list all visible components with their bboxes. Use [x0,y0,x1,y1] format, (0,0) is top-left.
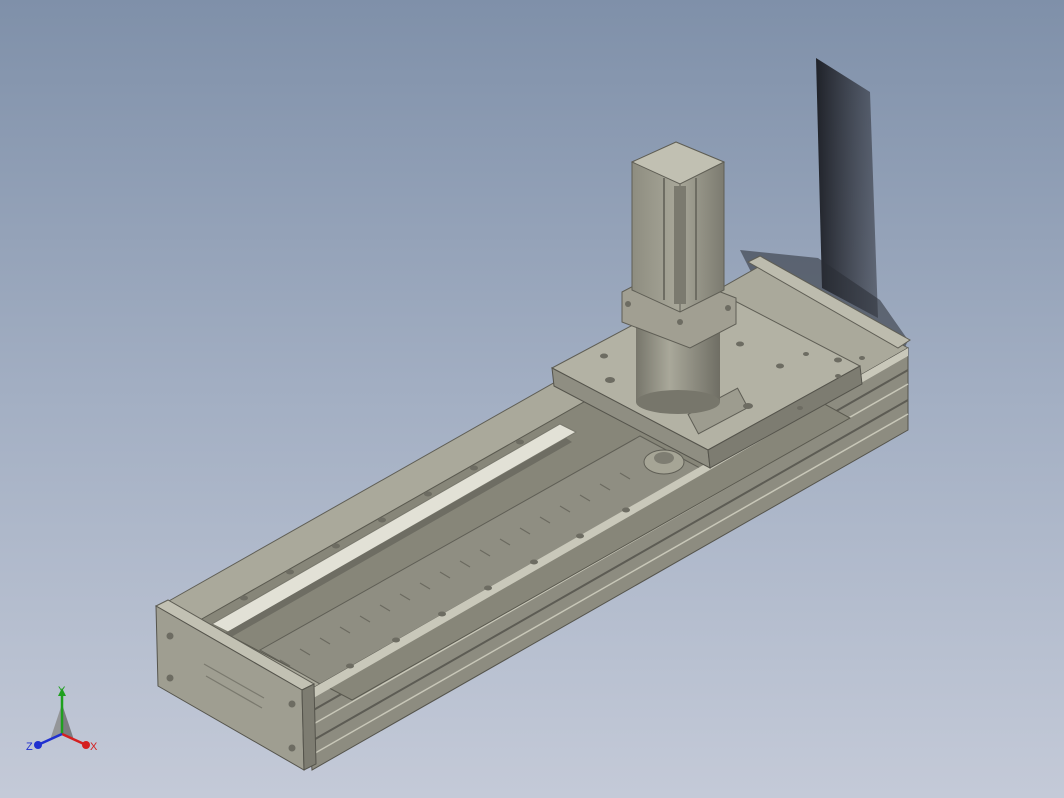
cad-3d-viewport[interactable]: Y X Z [0,0,1064,798]
x-axis-label: X [90,741,98,753]
z-axis-arrow-icon [34,741,42,749]
z-axis-label: Z [26,741,33,753]
x-axis-line [61,732,85,746]
linear-actuator-model[interactable] [0,0,1064,798]
y-axis-label: Y [58,685,66,697]
z-axis-line [39,732,63,746]
stepper-motor [630,141,726,313]
x-axis-arrow-icon [82,741,90,749]
pinion-gear [643,449,685,475]
orientation-triad[interactable]: Y X Z [26,684,106,756]
